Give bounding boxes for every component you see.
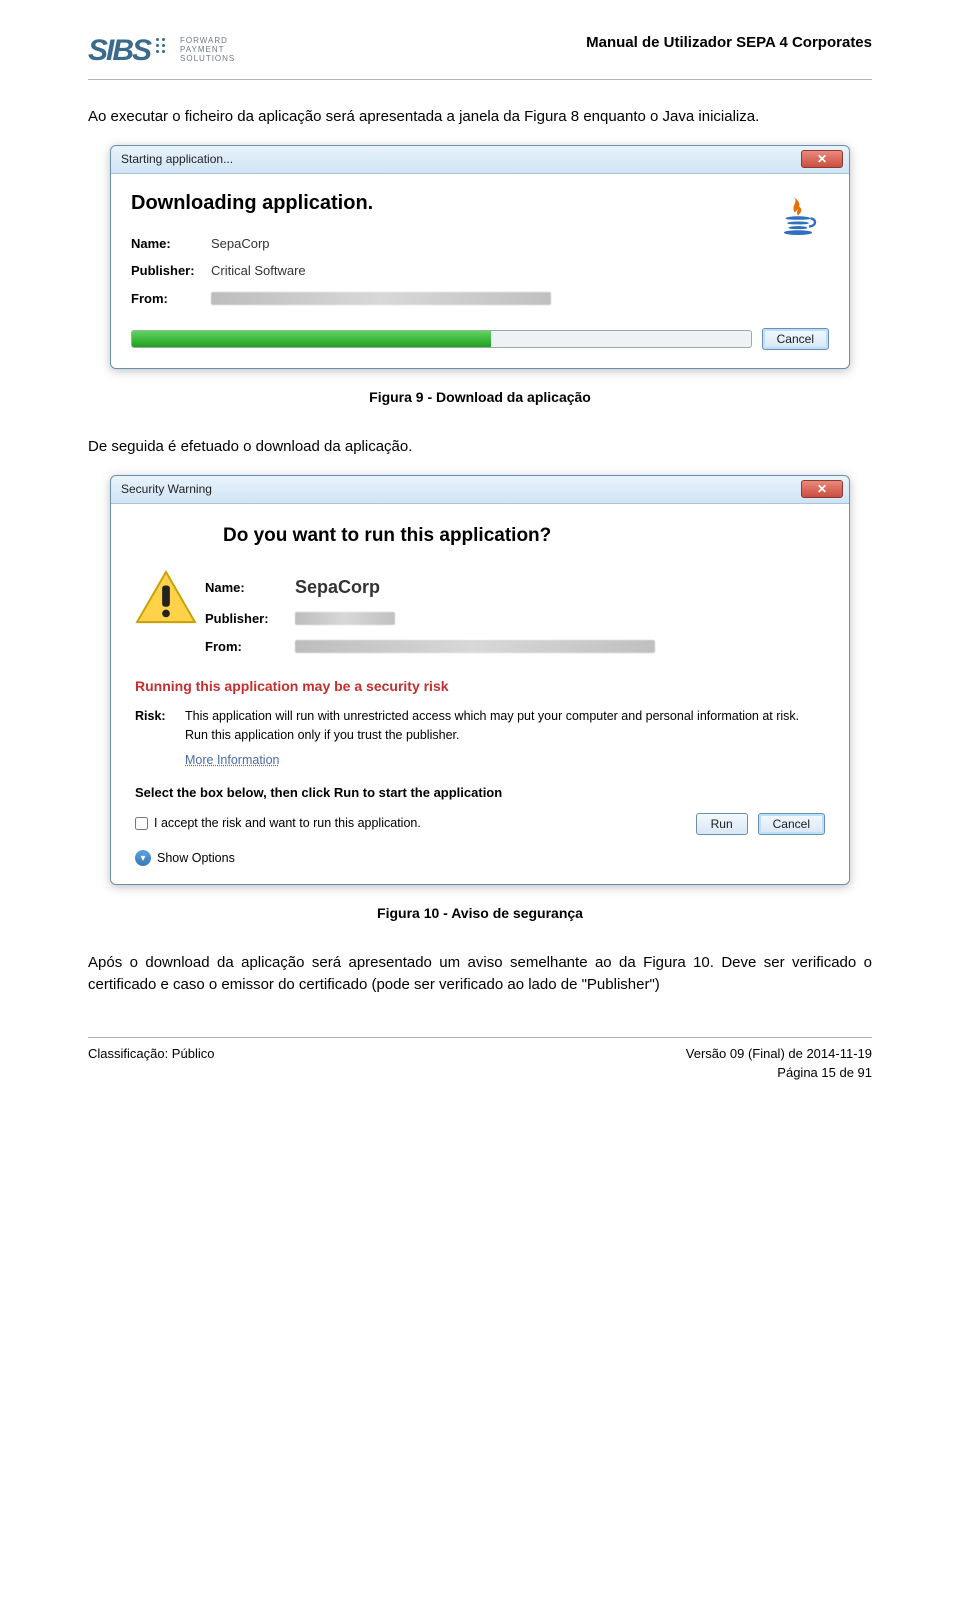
from-label: From: <box>205 637 295 657</box>
download-dialog: Starting application... ✕ Downloading ap… <box>110 145 850 370</box>
warning-icon <box>135 570 205 664</box>
logo-subtext: FORWARD PAYMENT SOLUTIONS <box>180 37 235 63</box>
close-button[interactable]: ✕ <box>801 150 843 168</box>
security-dialog: Security Warning ✕ Do you want to run th… <box>110 475 850 885</box>
figure-caption: Figura 10 - Aviso de segurança <box>88 903 872 924</box>
publisher-label: Publisher: <box>205 609 295 629</box>
java-icon <box>773 192 823 242</box>
paragraph: Após o download da aplicação será aprese… <box>88 952 872 997</box>
close-icon: ✕ <box>817 150 827 168</box>
accept-risk-checkbox[interactable]: I accept the risk and want to run this a… <box>135 814 421 833</box>
risk-warning: Running this application may be a securi… <box>135 676 825 697</box>
progress-bar <box>131 330 752 348</box>
from-value-redacted <box>295 640 655 653</box>
cancel-button[interactable]: Cancel <box>758 813 825 835</box>
progress-fill <box>132 331 491 347</box>
cancel-button[interactable]: Cancel <box>762 328 829 350</box>
risk-label: Risk: <box>135 707 185 769</box>
from-label: From: <box>131 289 211 309</box>
page-footer: Classificação: Público Versão 09 (Final)… <box>88 1037 872 1099</box>
dialog-title: Starting application... <box>121 150 233 168</box>
run-button[interactable]: Run <box>696 813 748 835</box>
figure-caption: Figura 9 - Download da aplicação <box>88 387 872 408</box>
dialog-heading: Do you want to run this application? <box>223 522 825 551</box>
from-value-redacted <box>211 292 551 305</box>
publisher-value: Critical Software <box>211 261 306 281</box>
chevron-down-icon: ▾ <box>135 850 151 866</box>
footer-right: Versão 09 (Final) de 2014-11-19 Página 1… <box>686 1044 872 1083</box>
name-label: Name: <box>205 578 295 598</box>
logo-text: SIBS <box>88 28 150 73</box>
dialog-titlebar: Starting application... ✕ <box>111 146 849 174</box>
more-information-link[interactable]: More Information <box>185 751 279 770</box>
close-button[interactable]: ✕ <box>801 480 843 498</box>
select-instruction: Select the box below, then click Run to … <box>135 783 825 803</box>
name-value: SepaCorp <box>295 574 380 601</box>
logo-dots-icon <box>156 36 170 66</box>
publisher-value-redacted <box>295 612 395 625</box>
name-value: SepaCorp <box>211 234 270 254</box>
paragraph: Ao executar o ficheiro da aplicação será… <box>88 106 872 129</box>
accept-label-text: I accept the risk and want to run this a… <box>154 814 421 833</box>
doc-title: Manual de Utilizador SEPA 4 Corporates <box>586 32 872 55</box>
close-icon: ✕ <box>817 480 827 498</box>
footer-left: Classificação: Público <box>88 1044 214 1083</box>
dialog-title: Security Warning <box>121 480 212 498</box>
show-options-label: Show Options <box>157 849 235 868</box>
accept-checkbox-input[interactable] <box>135 817 148 830</box>
paragraph: De seguida é efetuado o download da apli… <box>88 436 872 459</box>
show-options-toggle[interactable]: ▾ Show Options <box>135 849 825 868</box>
logo: SIBS FORWARD PAYMENT SOLUTIONS <box>88 28 235 73</box>
risk-text: This application will run with unrestric… <box>185 709 799 742</box>
page-header: SIBS FORWARD PAYMENT SOLUTIONS Manual de… <box>88 28 872 80</box>
publisher-label: Publisher: <box>131 261 211 281</box>
dialog-heading: Downloading application. <box>131 188 829 218</box>
name-label: Name: <box>131 234 211 254</box>
dialog-titlebar: Security Warning ✕ <box>111 476 849 504</box>
